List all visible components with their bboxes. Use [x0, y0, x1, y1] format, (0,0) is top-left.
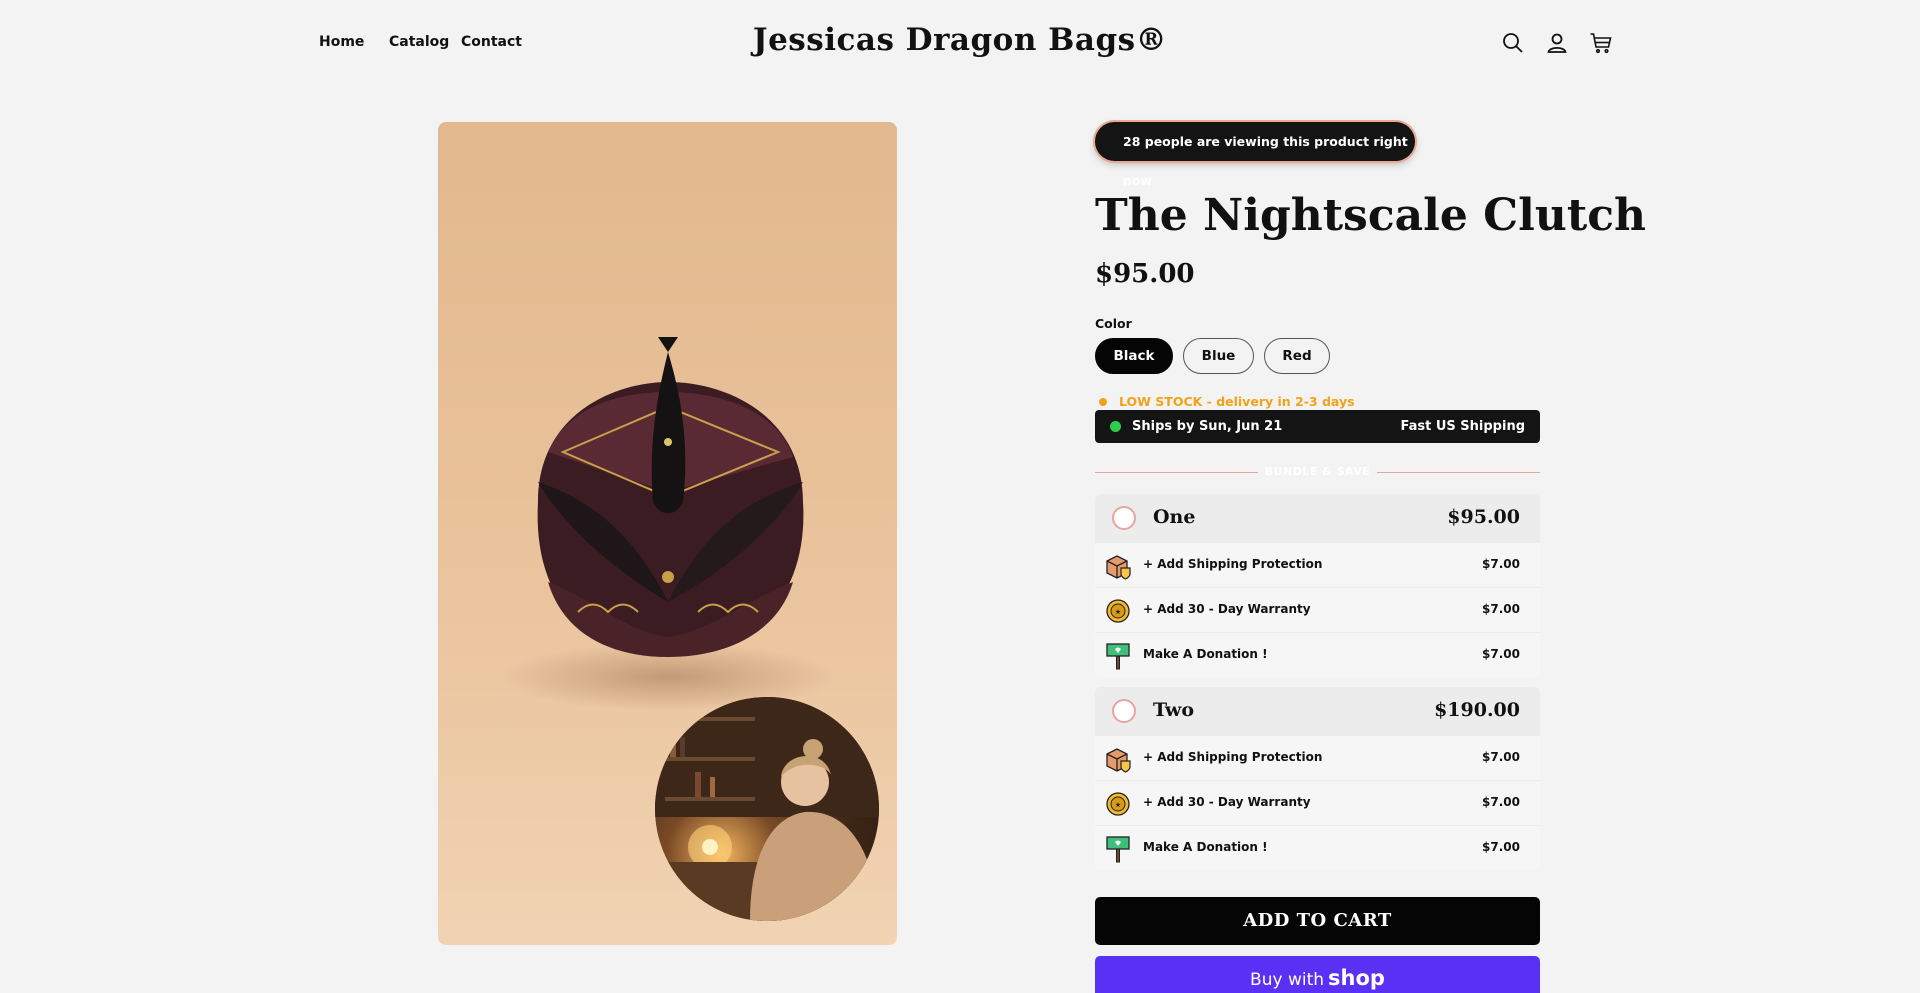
- donation-sign-icon: [1106, 836, 1130, 863]
- addon-shipping-protection[interactable]: + Add Shipping Protection $7.00: [1095, 542, 1540, 587]
- buy-with-shop-button[interactable]: Buy with shop: [1095, 956, 1540, 993]
- bundle-divider: BUNDLE & SAVE: [1095, 465, 1540, 478]
- svg-text:★: ★: [1115, 608, 1121, 616]
- header-icons: [1500, 30, 1616, 56]
- search-icon[interactable]: [1500, 30, 1526, 56]
- bundle-name: Two: [1153, 699, 1195, 721]
- warranty-badge-icon: ★: [1106, 599, 1130, 623]
- addon-label: Make A Donation !: [1143, 647, 1268, 661]
- addon-price: $7.00: [1482, 795, 1520, 809]
- color-option-black[interactable]: Black: [1095, 338, 1173, 374]
- bundle-name: One: [1153, 506, 1196, 528]
- bundle-radio[interactable]: [1112, 699, 1136, 723]
- bundle-header[interactable]: One $95.00: [1095, 494, 1540, 542]
- bundle-radio[interactable]: [1112, 506, 1136, 530]
- donation-sign-icon: [1106, 643, 1130, 670]
- addon-price: $7.00: [1482, 557, 1520, 571]
- account-icon[interactable]: [1544, 30, 1570, 56]
- ships-by-text: Ships by Sun, Jun 21: [1132, 419, 1283, 434]
- product-price: $95.00: [1095, 259, 1195, 289]
- viewers-badge: 28 people are viewing this product right…: [1095, 122, 1415, 188]
- site-logo[interactable]: Jessicas Dragon Bags®: [0, 22, 1920, 58]
- bundle-option-one: One $95.00 + Add Shipping Protection $7.…: [1095, 494, 1540, 677]
- add-to-cart-button[interactable]: ADD TO CART: [1095, 897, 1540, 945]
- addon-donation[interactable]: Make A Donation ! $7.00: [1095, 825, 1540, 870]
- addon-label: + Add Shipping Protection: [1143, 750, 1323, 764]
- shop-logo: shop: [1328, 966, 1385, 990]
- dragon-bag-image: [537, 337, 804, 657]
- fast-shipping-text: Fast US Shipping: [1400, 419, 1525, 434]
- addon-price: $7.00: [1482, 750, 1520, 764]
- buy-with-text: Buy with: [1250, 970, 1325, 990]
- site-header: Home Catalog Contact Jessicas Dragon Bag…: [0, 0, 1920, 86]
- stock-dot-icon: [1099, 398, 1107, 406]
- ship-status-dot-icon: [1110, 421, 1121, 432]
- addon-shipping-protection[interactable]: + Add Shipping Protection $7.00: [1095, 735, 1540, 780]
- color-label: Color: [1095, 316, 1132, 331]
- color-option-blue[interactable]: Blue: [1183, 338, 1254, 374]
- bundle-header[interactable]: Two $190.00: [1095, 687, 1540, 735]
- artisan-photo: [655, 697, 879, 921]
- bundle-price: $95.00: [1447, 506, 1520, 528]
- svg-text:★: ★: [1115, 801, 1121, 809]
- addon-label: + Add Shipping Protection: [1143, 557, 1323, 571]
- addon-donation[interactable]: Make A Donation ! $7.00: [1095, 632, 1540, 677]
- addon-label: Make A Donation !: [1143, 840, 1268, 854]
- cart-icon[interactable]: [1588, 30, 1614, 56]
- addon-label: + Add 30 - Day Warranty: [1143, 602, 1311, 616]
- color-option-red[interactable]: Red: [1264, 338, 1330, 374]
- low-stock-notice: LOW STOCK - delivery in 2-3 days: [1095, 394, 1355, 409]
- addon-warranty[interactable]: ★ + Add 30 - Day Warranty $7.00: [1095, 780, 1540, 825]
- bundle-option-two: Two $190.00 + Add Shipping Protection $7…: [1095, 687, 1540, 870]
- bundle-price: $190.00: [1434, 699, 1520, 721]
- package-shield-icon: [1106, 555, 1131, 580]
- addon-label: + Add 30 - Day Warranty: [1143, 795, 1311, 809]
- package-shield-icon: [1106, 748, 1131, 773]
- shipping-bar: Ships by Sun, Jun 21 Fast US Shipping: [1095, 410, 1540, 443]
- addon-price: $7.00: [1482, 840, 1520, 854]
- addon-price: $7.00: [1482, 647, 1520, 661]
- addon-warranty[interactable]: ★ + Add 30 - Day Warranty $7.00: [1095, 587, 1540, 632]
- color-options: Black Blue Red: [1095, 338, 1395, 374]
- low-stock-text: LOW STOCK - delivery in 2-3 days: [1119, 394, 1355, 409]
- product-image[interactable]: [438, 122, 897, 945]
- product-title: The Nightscale Clutch: [1095, 190, 1646, 241]
- addon-price: $7.00: [1482, 602, 1520, 616]
- warranty-badge-icon: ★: [1106, 792, 1130, 816]
